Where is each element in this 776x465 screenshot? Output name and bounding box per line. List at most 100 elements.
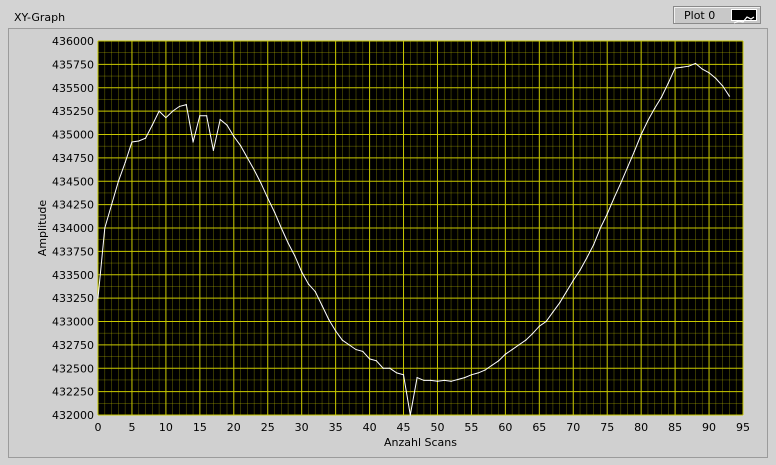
x-tick-label: 55 <box>464 421 478 434</box>
data-point <box>409 414 411 416</box>
data-point <box>545 320 547 323</box>
y-tick-label: 435250 <box>52 105 94 118</box>
data-point <box>110 204 113 206</box>
data-point <box>450 380 452 382</box>
data-point <box>606 213 608 215</box>
data-point <box>586 257 588 259</box>
data-point <box>97 297 99 299</box>
y-tick-label: 434750 <box>52 152 94 165</box>
data-point <box>579 269 581 271</box>
data-point <box>531 333 534 335</box>
x-tick-label: 50 <box>430 421 444 434</box>
data-point <box>138 140 140 142</box>
y-tick-label: 434500 <box>52 175 94 188</box>
x-axis-label: Anzahl Scans <box>384 436 457 449</box>
data-point <box>518 344 520 346</box>
data-point <box>436 380 439 382</box>
data-point <box>633 150 635 152</box>
data-point <box>382 367 384 369</box>
y-tick-label: 432000 <box>52 409 94 422</box>
data-point <box>253 169 255 171</box>
data-point <box>206 115 208 117</box>
data-point <box>117 180 119 182</box>
data-point <box>416 377 418 379</box>
data-point <box>368 358 371 360</box>
data-point <box>430 379 432 382</box>
data-point <box>457 378 459 381</box>
data-point <box>335 330 337 332</box>
data-point <box>348 344 350 346</box>
data-point <box>246 157 248 159</box>
y-tick-label: 436000 <box>52 35 94 48</box>
data-point <box>715 77 717 79</box>
data-point <box>375 360 377 362</box>
x-tick-label: 60 <box>498 421 512 434</box>
y-axis-label: Amplitude <box>36 200 49 257</box>
data-point <box>239 145 242 147</box>
data-point <box>497 360 500 362</box>
data-point <box>688 65 690 67</box>
x-tick-label: 0 <box>95 421 102 434</box>
x-tick-label: 15 <box>193 421 207 434</box>
x-tick-label: 80 <box>634 421 648 434</box>
data-point <box>565 290 568 293</box>
data-point <box>538 325 540 327</box>
y-tick-label: 432250 <box>52 386 94 399</box>
x-axis-ticks: 0 5 10 15 20 25 30 35 40 45 50 55 60 65 70 75 80 85 90 95 <box>95 421 751 434</box>
x-tick-label: 70 <box>566 421 580 434</box>
data-point <box>552 311 554 313</box>
x-tick-label: 5 <box>128 421 135 434</box>
data-point <box>620 182 622 184</box>
data-point <box>640 133 642 136</box>
data-point <box>674 67 676 69</box>
data-point <box>470 374 473 376</box>
data-point <box>701 68 703 70</box>
data-point <box>287 242 289 244</box>
data-point <box>728 95 731 97</box>
data-point <box>260 182 262 184</box>
data-point <box>294 255 296 257</box>
data-point <box>355 348 357 351</box>
data-point <box>144 137 147 139</box>
data-point <box>328 319 330 321</box>
data-point <box>491 364 493 367</box>
data-point <box>280 227 282 229</box>
data-point <box>199 115 201 117</box>
data-point <box>694 62 697 65</box>
xy-graph[interactable]: 432000 432250 432500 432750 433000 433250 4335… <box>0 0 776 465</box>
data-point <box>151 124 153 126</box>
x-tick-label: 90 <box>702 421 716 434</box>
y-tick-label: 435750 <box>52 58 94 71</box>
data-point <box>654 107 656 109</box>
data-point <box>362 350 364 353</box>
data-point <box>301 271 303 273</box>
data-point <box>626 166 629 168</box>
data-point <box>158 110 160 112</box>
x-tick-label: 85 <box>668 421 682 434</box>
data-point <box>172 110 174 112</box>
data-point <box>599 227 602 229</box>
data-point <box>525 339 527 341</box>
data-point <box>613 197 615 199</box>
data-point <box>681 66 683 68</box>
x-tick-label: 75 <box>600 421 614 434</box>
data-point <box>131 141 133 143</box>
data-point <box>219 118 221 121</box>
data-point <box>185 103 187 106</box>
y-tick-label: 435000 <box>52 129 94 142</box>
data-point <box>233 135 235 137</box>
data-point <box>307 283 310 285</box>
x-tick-label: 20 <box>227 421 241 434</box>
x-tick-label: 45 <box>397 421 411 434</box>
data-point <box>504 353 506 355</box>
data-point <box>267 197 269 199</box>
data-point <box>593 244 595 246</box>
x-tick-label: 65 <box>532 421 546 434</box>
y-tick-label: 433250 <box>52 292 94 305</box>
x-tick-label: 35 <box>329 421 343 434</box>
data-point <box>511 348 513 351</box>
data-point <box>178 105 181 108</box>
data-point <box>192 141 194 143</box>
x-tick-label: 30 <box>295 421 309 434</box>
data-point <box>341 339 344 341</box>
